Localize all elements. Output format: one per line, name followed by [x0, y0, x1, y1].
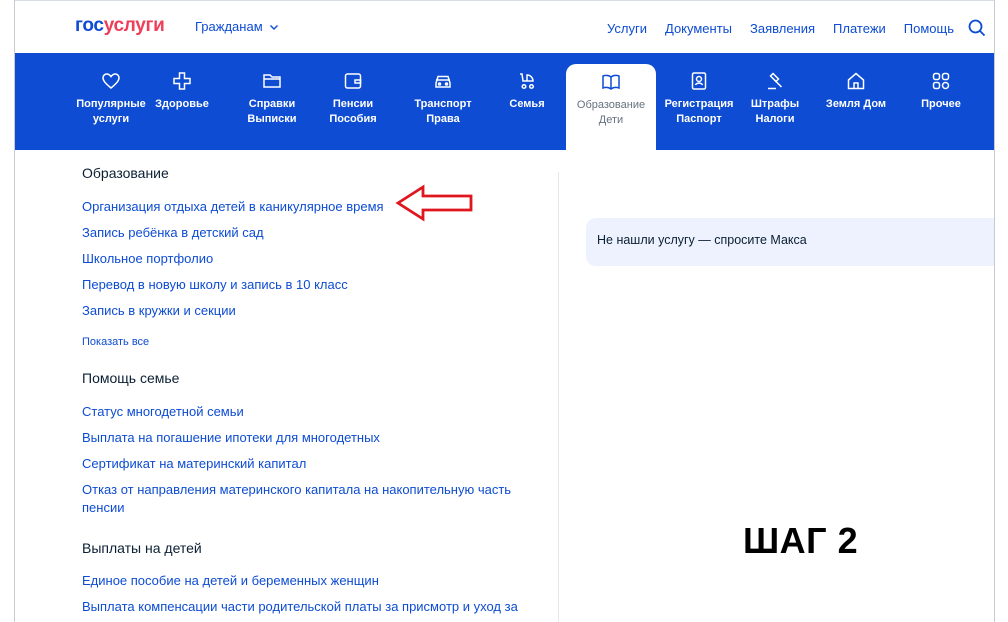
car-icon: [433, 71, 453, 91]
gavel-icon: [765, 71, 785, 91]
logo-gos: гос: [75, 15, 104, 36]
column-divider: [558, 172, 559, 622]
category-popular[interactable]: Популярные услуги: [71, 53, 151, 150]
category-fines[interactable]: Штрафы Налоги: [743, 53, 807, 150]
service-link-maternity-capital[interactable]: Сертификат на материнский капитал: [82, 455, 306, 473]
service-link-unified-benefit[interactable]: Единое пособие на детей и беременных жен…: [82, 572, 379, 590]
search-icon[interactable]: [968, 19, 986, 37]
section-title-child-payments: Выплаты на детей: [82, 540, 202, 556]
category-label: Транспорт Права: [414, 98, 472, 125]
category-label: Справки Выписки: [247, 98, 297, 125]
book-icon: [601, 72, 621, 92]
category-label: Регистрация Паспорт: [664, 98, 734, 125]
gosuslugi-logo[interactable]: госуслуги: [75, 15, 165, 37]
service-link-compensation[interactable]: Выплата компенсации части родительской п…: [82, 598, 518, 616]
category-label: Популярные услуги: [76, 98, 146, 125]
category-label: Прочее: [921, 98, 961, 110]
show-all-link[interactable]: Показать все: [82, 333, 149, 351]
service-link-vacation[interactable]: Организация отдыха детей в каникулярное …: [82, 198, 384, 216]
service-link-portfolio[interactable]: Школьное портфолио: [82, 250, 213, 268]
passport-icon: [689, 71, 709, 91]
ask-max-banner[interactable]: Не нашли услугу — спросите Макса: [586, 218, 994, 266]
category-health[interactable]: Здоровье: [151, 53, 213, 150]
site-header: госуслуги Гражданам Услуги Документы Зая…: [15, 1, 994, 53]
service-link-capital-refusal-cont[interactable]: пенсии: [82, 499, 124, 517]
stroller-icon: [517, 71, 537, 91]
wallet-icon: [343, 71, 363, 91]
category-label: Земля Дом: [825, 98, 887, 110]
category-other[interactable]: Прочее: [911, 53, 971, 150]
step-label: ШАГ 2: [743, 520, 859, 561]
chevron-down-icon: [269, 24, 278, 30]
category-pensions[interactable]: Пенсии Пособия: [323, 53, 383, 150]
medical-cross-icon: [172, 71, 192, 91]
service-link-mortgage[interactable]: Выплата на погашение ипотеки для многоде…: [82, 429, 380, 447]
annotation-arrow-icon: [395, 184, 473, 222]
category-label: Пенсии Пособия: [329, 98, 377, 125]
page: госуслуги Гражданам Услуги Документы Зая…: [0, 0, 1008, 622]
service-link-kindergarten[interactable]: Запись ребёнка в детский сад: [82, 224, 264, 242]
category-label: Образование Дети: [576, 99, 646, 126]
top-nav: Услуги Документы Заявления Платежи Помощ…: [589, 19, 994, 37]
category-label: Здоровье: [155, 98, 209, 110]
nav-applications[interactable]: Заявления: [750, 21, 815, 36]
audience-selector[interactable]: Гражданам: [195, 19, 279, 34]
folder-icon: [262, 71, 282, 91]
main-content: Образование Организация отдыха детей в к…: [15, 150, 994, 622]
category-label: Штрафы Налоги: [750, 98, 800, 125]
category-label: Семья: [509, 98, 545, 110]
nav-services[interactable]: Услуги: [607, 21, 647, 36]
category-bar: Популярные услуги Здоровье Справки Выписки…: [15, 53, 994, 150]
browser-frame-right: [994, 0, 995, 622]
audience-label: Гражданам: [195, 19, 263, 34]
category-transport[interactable]: Транспорт Права: [405, 53, 481, 150]
house-icon: [846, 71, 866, 91]
logo-uslugi: услуги: [103, 15, 165, 36]
category-registration[interactable]: Регистрация Паспорт: [659, 53, 739, 150]
nav-documents[interactable]: Документы: [665, 21, 732, 36]
service-link-capital-refusal[interactable]: Отказ от направления материнского капита…: [82, 481, 511, 499]
section-title-education: Образование: [82, 165, 169, 181]
service-link-large-family[interactable]: Статус многодетной семьи: [82, 403, 244, 421]
service-link-school-transfer[interactable]: Перевод в новую школу и запись в 10 клас…: [82, 276, 348, 294]
grid-icon: [931, 71, 951, 91]
category-certificates[interactable]: Справки Выписки: [237, 53, 307, 150]
category-education[interactable]: Образование Дети: [566, 64, 656, 150]
nav-payments[interactable]: Платежи: [833, 21, 886, 36]
section-title-family-help: Помощь семье: [82, 370, 180, 386]
nav-help[interactable]: Помощь: [904, 21, 954, 36]
heart-icon: [101, 71, 121, 91]
category-family[interactable]: Семья: [495, 53, 559, 150]
category-land-house[interactable]: Земля Дом: [821, 53, 891, 150]
service-link-clubs[interactable]: Запись в кружки и секции: [82, 302, 236, 320]
